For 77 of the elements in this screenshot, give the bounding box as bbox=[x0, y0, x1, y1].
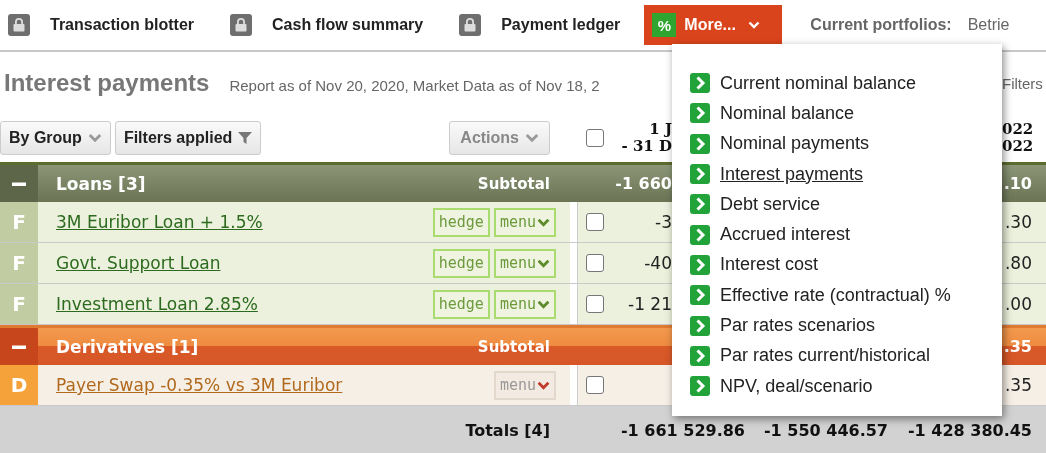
deal-link[interactable]: Payer Swap -0.35% vs 3M Euribor bbox=[56, 375, 343, 395]
menu-item[interactable]: Current nominal balance bbox=[720, 72, 917, 94]
menu-item[interactable]: Par rates scenarios bbox=[720, 315, 876, 336]
checkbox[interactable] bbox=[586, 129, 604, 147]
table-cell-text: .80 bbox=[1003, 253, 1033, 273]
table-cell-text: -1 21 bbox=[627, 294, 672, 314]
table-cell-text: -3 bbox=[654, 212, 672, 232]
chevron-icon bbox=[690, 345, 710, 366]
menu-item[interactable]: Nominal payments bbox=[720, 133, 870, 155]
lock-icon bbox=[230, 14, 253, 36]
report-subtitle: Report as of Nov 20, 2020, Market Data as of Nov 18, 2 bbox=[229, 77, 600, 94]
filter-icon bbox=[238, 132, 253, 144]
column-header: 022 022 bbox=[1002, 121, 1035, 155]
total-value: -1 661 529.86 bbox=[619, 421, 745, 440]
portfolios-value: Betrie bbox=[967, 16, 1010, 34]
menu-item[interactable]: Par rates current/historical bbox=[720, 345, 931, 367]
menu-item[interactable]: Accrued interest bbox=[720, 224, 851, 246]
table-cell-text: .30 bbox=[1003, 212, 1033, 232]
chevron-icon bbox=[690, 133, 710, 154]
deal-link[interactable]: Investment Loan 2.85% bbox=[56, 294, 258, 314]
deal-link[interactable]: 3M Euribor Loan + 1.5% bbox=[56, 212, 263, 232]
caret-icon bbox=[537, 380, 550, 390]
menu-item[interactable]: Effective rate (contractual) % bbox=[720, 284, 951, 306]
menu-item[interactable]: Interest cost bbox=[720, 254, 819, 276]
report-title: Interest payments bbox=[4, 69, 210, 97]
lock-icon bbox=[8, 14, 30, 36]
total-value: -1 550 446.57 bbox=[762, 421, 888, 440]
subtotal-label: Subtotal bbox=[477, 337, 550, 356]
chevron-icon bbox=[690, 194, 710, 215]
type-marker: F bbox=[12, 210, 26, 234]
subtotal-value: .35 bbox=[1002, 337, 1033, 356]
type-marker: F bbox=[12, 251, 26, 275]
more-button[interactable]: % More... bbox=[644, 5, 783, 45]
chevron-icon bbox=[690, 164, 710, 185]
checkbox[interactable] bbox=[586, 213, 604, 231]
chevron-icon bbox=[690, 285, 710, 306]
checkbox[interactable] bbox=[586, 254, 604, 272]
nav-link[interactable]: Cash flow summary bbox=[272, 16, 424, 34]
checkbox[interactable] bbox=[586, 295, 604, 313]
subtotal-label: Subtotal bbox=[477, 174, 550, 193]
portfolios-label: Current portfolios: bbox=[810, 16, 952, 34]
caret-icon bbox=[537, 258, 550, 268]
chevron-icon bbox=[690, 254, 710, 275]
total-value: -1 428 380.45 bbox=[906, 421, 1032, 440]
chevron-icon bbox=[690, 376, 710, 397]
caret-icon bbox=[87, 133, 102, 143]
table-cell-text: .00 bbox=[1003, 294, 1033, 314]
caret-icon bbox=[525, 133, 539, 143]
group-by-button[interactable]: By Group bbox=[0, 121, 111, 155]
menu-item[interactable]: Debt service bbox=[720, 193, 821, 215]
subtotal-value: .10 bbox=[1002, 174, 1033, 193]
type-marker: F bbox=[12, 292, 26, 316]
column-header: 1 J - 31 D bbox=[620, 121, 672, 155]
table-cell-text: .35 bbox=[1003, 375, 1033, 395]
caret-icon bbox=[747, 21, 760, 29]
type-marker: D bbox=[10, 373, 28, 397]
menu-item[interactable]: NPV, deal/scenario bbox=[720, 375, 873, 397]
caret-icon bbox=[537, 299, 550, 309]
filters-link[interactable]: Filters bbox=[1002, 74, 1046, 92]
chevron-icon bbox=[690, 73, 710, 94]
menu-item[interactable]: Interest payments bbox=[720, 163, 864, 185]
nav-link[interactable]: Transaction blotter bbox=[50, 16, 195, 34]
menu-item[interactable]: Nominal balance bbox=[720, 102, 855, 124]
table-cell-text: -40 bbox=[643, 253, 672, 273]
nav-link[interactable]: Payment ledger bbox=[501, 16, 621, 34]
deal-link[interactable]: Govt. Support Loan bbox=[56, 253, 221, 273]
caret-icon bbox=[537, 217, 550, 227]
subtotal-value: -1 660 bbox=[614, 174, 672, 193]
filters-button[interactable]: Filters applied bbox=[114, 121, 262, 155]
group-title: Loans [3] bbox=[56, 173, 146, 194]
lock-icon bbox=[459, 14, 482, 36]
chevron-icon bbox=[690, 315, 710, 336]
chevron-icon bbox=[690, 103, 710, 124]
group-title: Derivatives [1] bbox=[56, 336, 199, 357]
checkbox[interactable] bbox=[586, 376, 604, 394]
totals-label: Totals [4] bbox=[464, 421, 551, 440]
chevron-icon bbox=[690, 224, 710, 245]
